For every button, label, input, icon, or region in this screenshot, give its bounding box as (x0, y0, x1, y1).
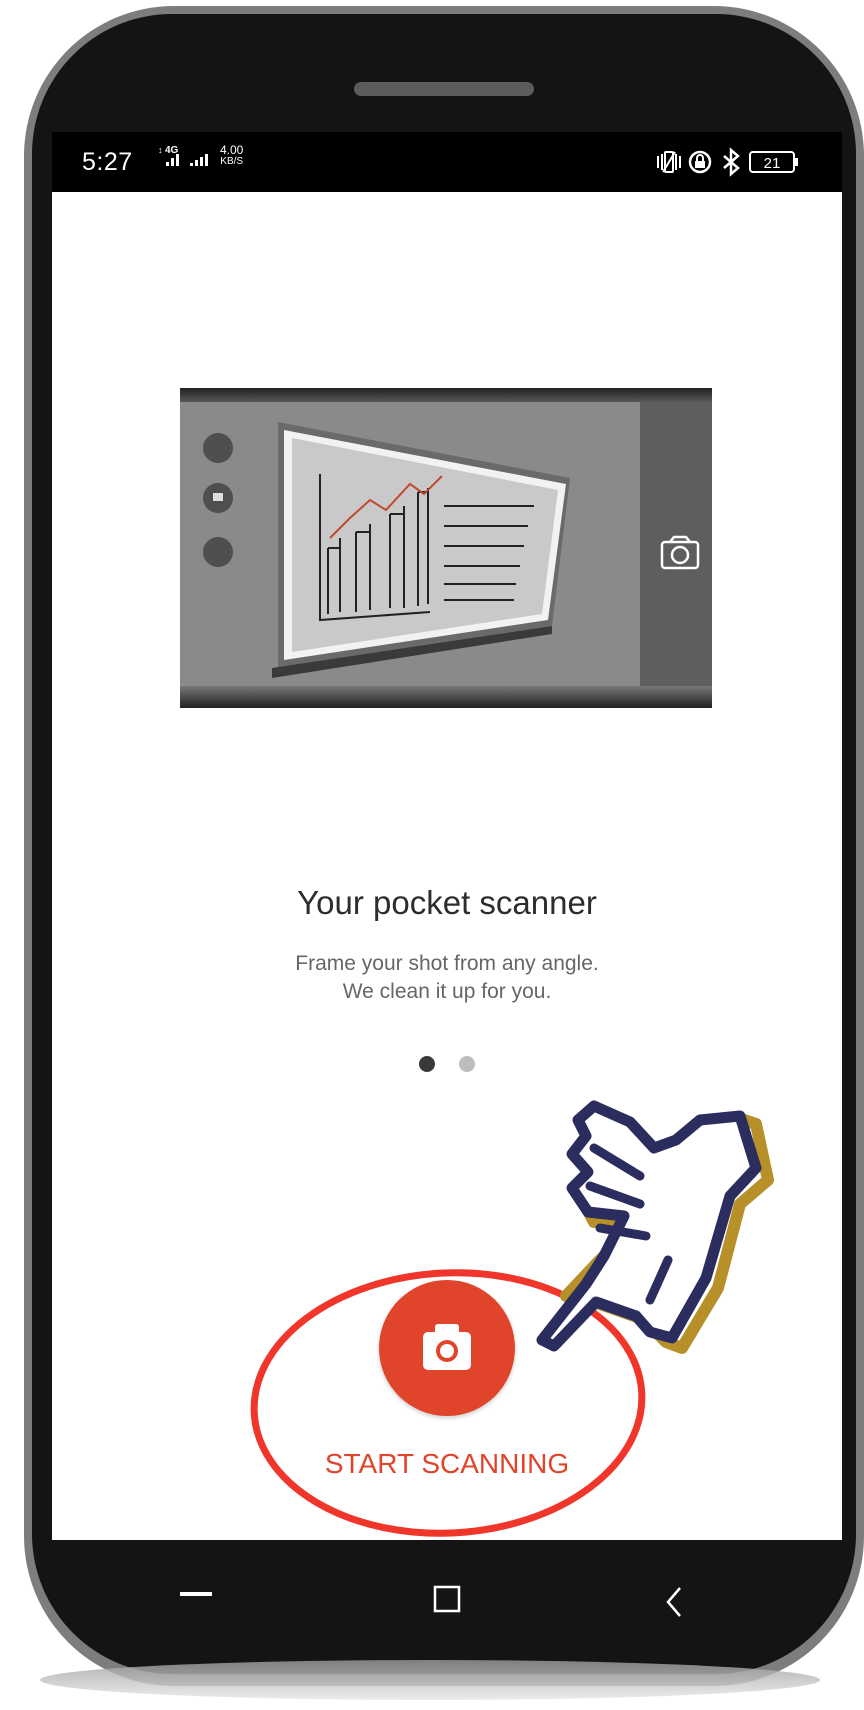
battery-level: 21 (764, 155, 781, 172)
battery-icon: 21 (749, 151, 798, 173)
status-time: 5:27 (82, 148, 133, 176)
network-speed: 4.00 KB/S (220, 144, 243, 168)
network-type: ↕ 4G (158, 142, 218, 175)
page-title: Your pocket scanner (52, 884, 842, 922)
subtitle-line-2: We clean it up for you. (342, 980, 552, 1003)
start-scanning-text[interactable]: START SCANNING (325, 1448, 569, 1479)
menu-line-icon[interactable] (180, 1592, 216, 1600)
whiteboard-scan-illustration (180, 388, 712, 708)
phone-shadow (40, 1660, 820, 1700)
svg-text:↕: ↕ (158, 145, 163, 155)
vibrate-icon (657, 151, 681, 173)
chevron-left-icon[interactable] (664, 1584, 688, 1620)
navigation-bar (52, 1540, 842, 1650)
phone-speaker (354, 82, 534, 96)
start-scanning-button[interactable] (379, 1280, 515, 1416)
bluetooth-icon (723, 147, 740, 177)
page-title-text: Your pocket scanner (297, 884, 597, 921)
rotation-lock-icon (688, 150, 712, 174)
signal-icon: ↕ 4G (158, 145, 208, 166)
speed-unit: KB/S (220, 156, 244, 167)
camera-icon (423, 1324, 471, 1370)
app-screen: 5:27 ↕ 4G 4.00 KB/S 21 Your pocket scann… (52, 132, 842, 1540)
square-icon[interactable] (432, 1584, 464, 1616)
status-icons: 21 (657, 147, 798, 177)
subtitle-line-1: Frame your shot from any angle. (295, 952, 599, 975)
page-indicator (419, 1056, 499, 1076)
page-dot-2[interactable] (459, 1056, 475, 1072)
page-subtitle: Frame your shot from any angle. We clean… (52, 950, 842, 1006)
page-dot-1[interactable] (419, 1056, 435, 1072)
speed-value: 4.00 (220, 143, 244, 157)
status-bar: 5:27 ↕ 4G 4.00 KB/S 21 (52, 132, 842, 192)
start-scanning-label[interactable]: START SCANNING (52, 1448, 842, 1480)
